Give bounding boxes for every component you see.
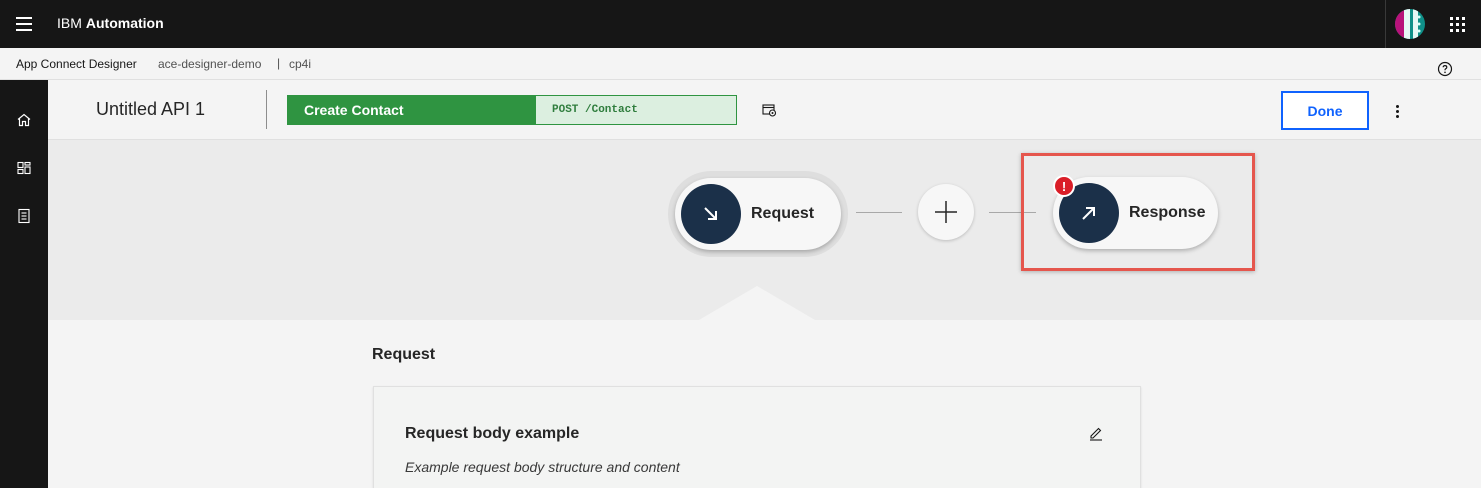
highlight-annotation [1021,153,1255,271]
api-title[interactable]: Untitled API 1 [96,99,205,120]
request-node-label: Request [751,205,815,222]
request-body-card: Request body example Example request bod… [373,386,1141,488]
request-node[interactable]: Request [675,178,841,250]
edit-icon[interactable] [1088,425,1104,441]
brand-name: Automation [85,15,164,31]
flow-editor-header: Untitled API 1 Create Contact POST /Cont… [48,80,1481,140]
operation-path: POST /Contact [536,96,736,124]
namespace-name: cp4i [289,57,312,71]
user-avatar-button[interactable] [1385,0,1433,48]
avatar [1394,9,1425,39]
app-switcher-icon[interactable] [1433,0,1481,48]
overflow-menu-icon[interactable] [1385,102,1409,120]
api-settings-icon[interactable] [761,102,777,118]
header-divider [266,90,267,129]
help-icon[interactable] [1437,61,1453,77]
flow-canvas: Request Response ! [48,140,1481,320]
detail-section-title: Request [372,346,436,363]
selection-pointer [699,286,815,320]
plus-icon [935,201,957,223]
product-name: IBM Automation [57,15,164,31]
hamburger-menu-icon[interactable] [0,0,48,48]
side-navigation [0,80,48,488]
card-title: Request body example [405,425,580,442]
context-separator: | [277,56,281,70]
instance-name: ace-designer-demo [158,57,262,71]
node-detail-panel: Request Request body example Example req… [48,320,1481,488]
operation-tag[interactable]: Create Contact POST /Contact [287,95,737,125]
done-button[interactable]: Done [1281,91,1369,130]
home-icon[interactable] [0,96,48,144]
catalog-icon[interactable] [0,192,48,240]
request-arrow-icon [681,184,741,244]
add-node-button[interactable] [918,184,974,240]
flow-connector-left [856,212,902,213]
brand-prefix: IBM [57,15,82,31]
app-name-link[interactable]: App Connect Designer [16,57,137,71]
card-description: Example request body structure and conte… [405,459,680,475]
dashboard-icon[interactable] [0,144,48,192]
top-navigation-bar: IBM Automation [0,0,1481,48]
operation-name: Create Contact [288,96,536,124]
context-header: App Connect Designer ace-designer-demo |… [0,48,1481,80]
